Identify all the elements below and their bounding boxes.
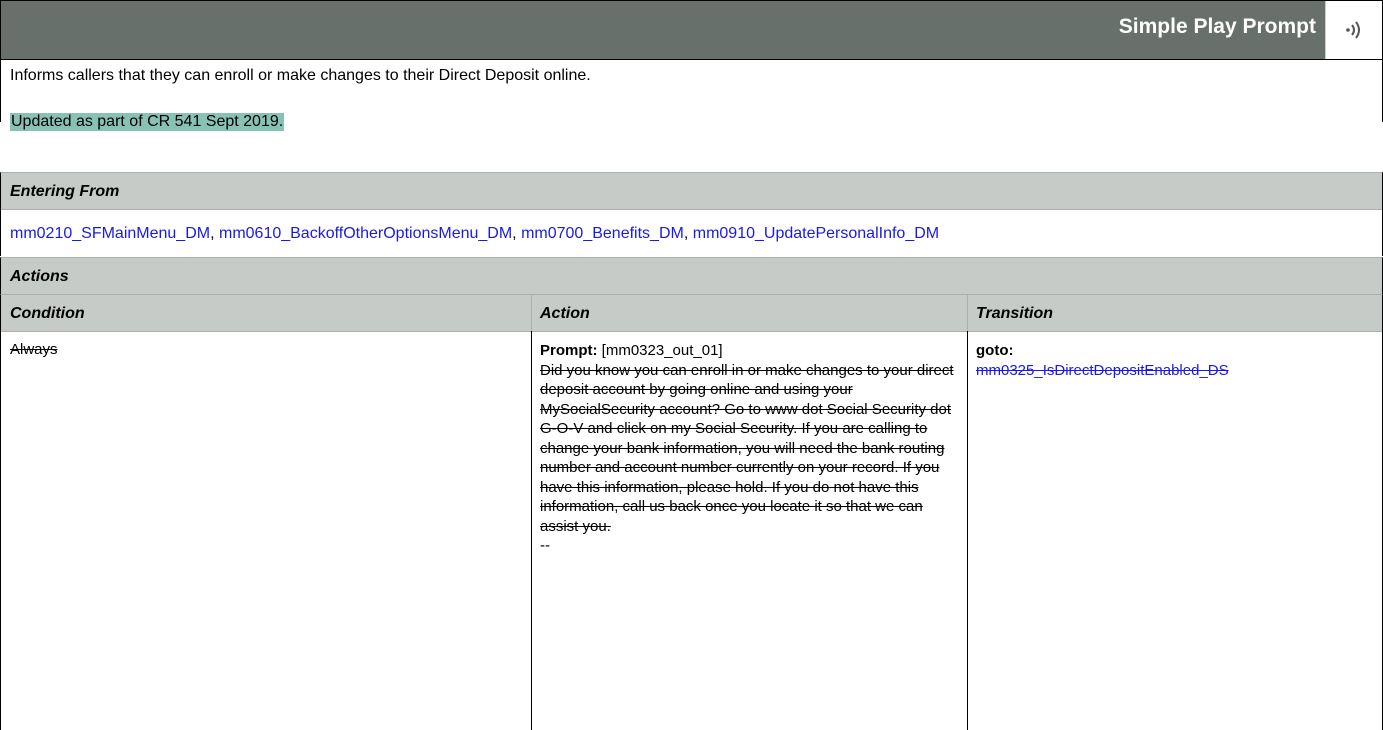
goto-label: goto: bbox=[976, 342, 1014, 359]
entering-link[interactable]: mm0910_UpdatePersonalInfo_DM bbox=[693, 225, 939, 242]
description-text: Informs callers that they can enroll or … bbox=[10, 67, 591, 84]
actions-column-headers: Condition Action Transition bbox=[0, 294, 1383, 332]
prompt-type-title: Simple Play Prompt bbox=[1118, 15, 1316, 38]
transition-cell: goto: mm0325_IsDirectDepositEnabled_DS bbox=[976, 341, 1376, 380]
link-separator: , bbox=[210, 225, 215, 242]
prompt-trailer: -- bbox=[540, 537, 550, 554]
condition-column-header: Condition bbox=[10, 305, 85, 322]
entering-link[interactable]: mm0700_Benefits_DM bbox=[521, 225, 684, 242]
action-cell: Prompt: [mm0323_out_01] Did you know you… bbox=[540, 341, 960, 556]
prompt-label: Prompt: bbox=[540, 342, 598, 359]
sound-icon-box bbox=[1326, 1, 1382, 59]
goto-target-link[interactable]: mm0325_IsDirectDepositEnabled_DS bbox=[976, 362, 1229, 379]
entering-from-header: Entering From bbox=[0, 172, 1383, 210]
table-row: Always Prompt: [mm0323_out_01] Did you k… bbox=[0, 331, 1383, 730]
sound-icon[interactable] bbox=[1342, 18, 1366, 42]
entering-link[interactable]: mm0610_BackoffOtherOptionsMenu_DM bbox=[219, 225, 512, 242]
column-divider bbox=[967, 295, 968, 331]
action-column-header: Action bbox=[540, 305, 590, 322]
prompt-id: [mm0323_out_01] bbox=[597, 342, 723, 359]
column-divider bbox=[967, 331, 968, 730]
entering-link[interactable]: mm0210_SFMainMenu_DM bbox=[10, 225, 210, 242]
column-divider bbox=[531, 331, 532, 730]
updated-note: Updated as part of CR 541 Sept 2019. bbox=[10, 113, 285, 131]
link-separator: , bbox=[512, 225, 517, 242]
transition-column-header: Transition bbox=[976, 305, 1054, 322]
condition-cell: Always bbox=[10, 341, 58, 358]
entering-from-label: Entering From bbox=[10, 183, 120, 200]
description-section: Informs callers that they can enroll or … bbox=[0, 59, 1383, 131]
link-separator: , bbox=[683, 225, 689, 242]
entering-from-links: mm0210_SFMainMenu_DM, mm0610_BackoffOthe… bbox=[0, 209, 1383, 256]
actions-header: Actions bbox=[0, 257, 1383, 295]
actions-label: Actions bbox=[10, 268, 69, 285]
column-divider bbox=[531, 295, 532, 331]
prompt-header: Simple Play Prompt bbox=[0, 0, 1383, 60]
prompt-text: Did you know you can enroll in or make c… bbox=[540, 361, 954, 535]
